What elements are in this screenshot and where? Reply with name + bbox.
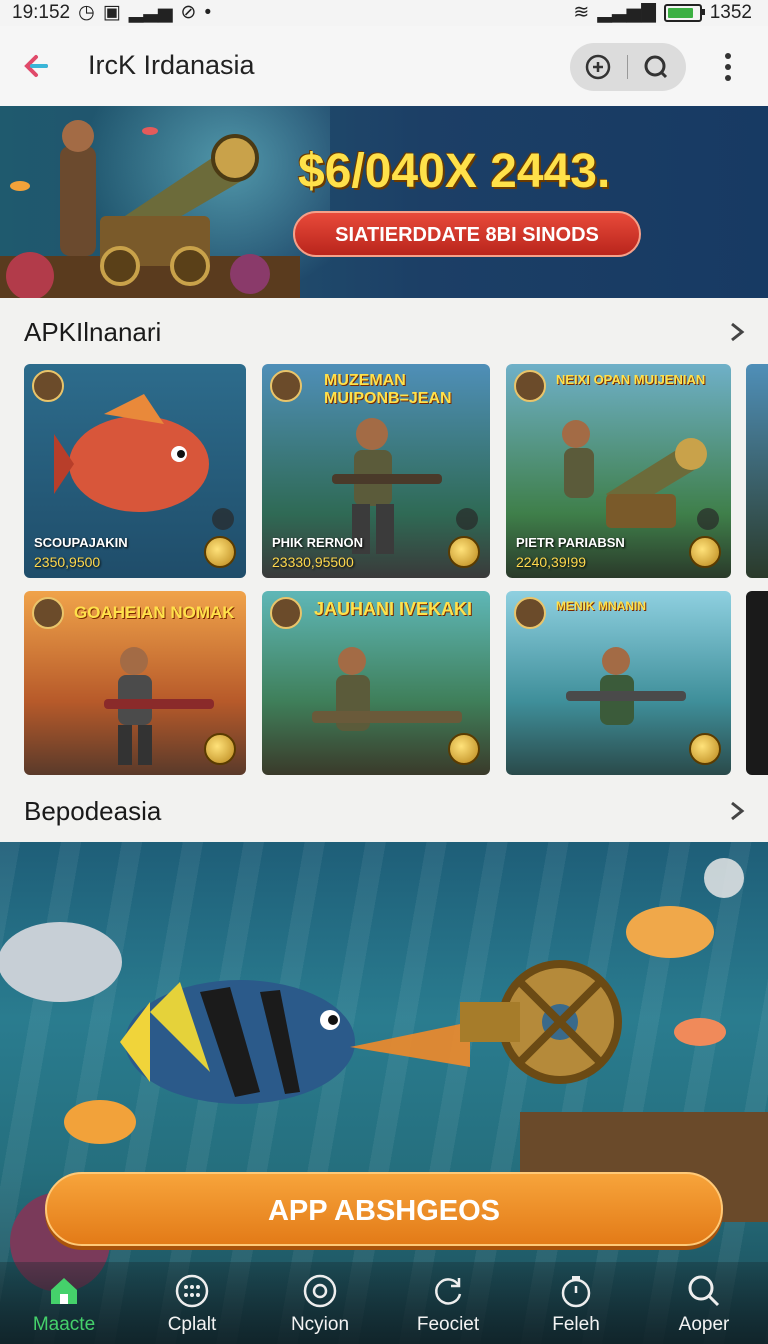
coin-icon — [689, 733, 721, 765]
nav-item-home[interactable]: Maacte — [0, 1262, 128, 1344]
avatar — [32, 597, 64, 629]
nav-item-refresh[interactable]: Feociet — [384, 1262, 512, 1344]
vpn-icon: ⊘ — [180, 2, 197, 23]
nav-item-grid[interactable]: Cplalt — [128, 1262, 256, 1344]
battery-text: 1352 — [709, 1, 752, 23]
hunter-illustration — [312, 647, 462, 731]
action-pill — [570, 43, 686, 91]
coin-icon — [448, 733, 480, 765]
card-art-title: MUZEMAN MUIPONB=JEAN — [324, 372, 452, 407]
section-title-2: Bepodeasia — [24, 796, 162, 826]
coin-icon — [204, 536, 236, 568]
fish-illustration — [54, 394, 209, 512]
card-art-title: JAUHANI IVEKAKI — [314, 599, 473, 619]
page-title: IrcK Irdanasia — [88, 50, 255, 80]
game-card[interactable]: MUZEMAN MUIPONB=JEAN PHIK RERNON 23330,9… — [262, 364, 490, 578]
clock-icon: ◷ — [78, 2, 95, 23]
refresh-icon — [435, 1278, 462, 1305]
nav-item-target[interactable]: Ncyion — [256, 1262, 384, 1344]
search-icon[interactable] — [642, 53, 670, 81]
game-card[interactable]: MENIK MNANIN — [506, 591, 731, 775]
game-card[interactable]: SCOUPAJAKIN 2350,9500 — [24, 364, 246, 578]
game-card-partial[interactable] — [746, 591, 768, 775]
card-value: 2350,9500 — [34, 554, 101, 570]
avatar — [270, 597, 302, 629]
avatar — [270, 370, 302, 402]
card-value: 23330,95500 — [272, 554, 354, 570]
chevron-right-icon[interactable] — [728, 800, 746, 822]
signal-icon: ▂▃▅ — [128, 2, 173, 23]
nav-item-search[interactable]: Aoper — [640, 1262, 768, 1344]
card-art-title: MENIK MNANIN — [556, 599, 646, 613]
battery-icon — [663, 3, 705, 22]
promo-banner[interactable]: $6/040X 2443. SIATIERDDATE 8BI SINODS — [0, 106, 768, 298]
card-name: PIETR PARIABSN — [516, 535, 625, 550]
tool-icon — [456, 508, 478, 530]
card-art-title: NEIXI OPAN MUIJENIAN — [556, 372, 706, 387]
card-name: PHIK RERNON — [272, 535, 364, 550]
coin-icon — [689, 536, 721, 568]
card-name: SCOUPAJAKIN — [34, 535, 128, 550]
app-bar: IrcK Irdanasia — [0, 26, 768, 106]
back-arrow-icon[interactable] — [20, 48, 56, 84]
primary-cta-button[interactable]: APP ABSHGEOS — [45, 1172, 723, 1246]
target-icon — [303, 1274, 337, 1308]
nav-item-timer[interactable]: Feleh — [512, 1262, 640, 1344]
hunter-illustration — [566, 647, 686, 725]
game-card[interactable]: JAUHANI IVEKAKI — [262, 591, 490, 775]
bookmark-icon[interactable] — [704, 858, 744, 898]
coin-icon — [448, 536, 480, 568]
cannon-hero-illustration — [0, 120, 300, 298]
search-icon — [688, 1275, 720, 1307]
games-icon[interactable] — [584, 53, 612, 81]
banner-amount: $6/040X 2443. — [298, 145, 611, 198]
tool-icon — [697, 508, 719, 530]
game-card[interactable]: GOAHEIAN NOMAK — [24, 591, 246, 775]
timer-icon — [561, 1276, 591, 1308]
game-card[interactable]: NEIXI OPAN MUIJENIAN PIETR PARIABSN 2240… — [506, 364, 731, 578]
bottom-navigation: Maacte Cplalt Ncyion Feociet Feleh Aoper — [0, 1262, 768, 1344]
wifi-icon: ≋ — [573, 2, 590, 23]
card-art-title: GOAHEIAN NOMAK — [74, 603, 235, 622]
game-card-partial[interactable] — [746, 364, 768, 578]
coin-icon — [204, 733, 236, 765]
card-value: 2240,39!99 — [516, 554, 587, 570]
cell-signal-icon: ▂▃▅▇ — [597, 2, 656, 23]
section-title-1: APKIlnanari — [24, 317, 162, 347]
tool-icon — [212, 508, 234, 530]
avatar — [514, 370, 546, 402]
cannon-illustration — [562, 420, 707, 528]
pill-divider — [627, 55, 628, 79]
sim-icon: ▣ — [102, 2, 121, 23]
more-options-icon[interactable] — [716, 50, 740, 84]
grid-dots-icon — [175, 1274, 209, 1308]
status-bar: 19:152 ◷ ▣ ▂▃▅ ⊘ • ≋ ▂▃▅▇ 1352 — [0, 0, 768, 26]
dot-icon: • — [204, 1, 212, 23]
avatar — [514, 597, 546, 629]
chevron-right-icon[interactable] — [728, 321, 746, 343]
avatar — [32, 370, 64, 402]
banner-button[interactable]: SIATIERDDATE 8BI SINODS — [293, 211, 641, 257]
status-time: 19:152 — [12, 1, 71, 23]
hunter-illustration — [104, 647, 214, 765]
home-icon — [51, 1278, 77, 1304]
